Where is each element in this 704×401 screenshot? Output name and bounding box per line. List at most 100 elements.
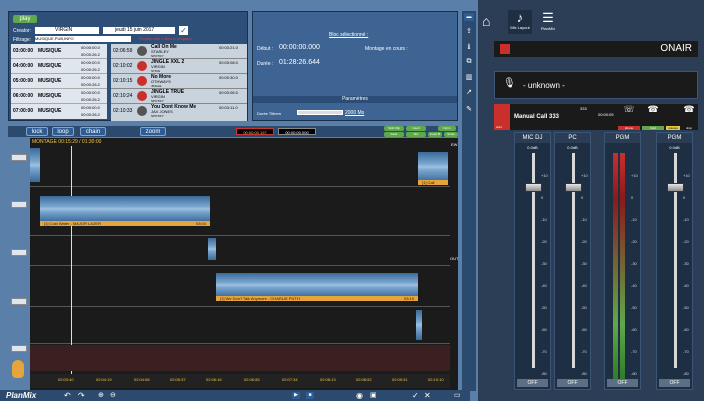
split-button[interactable]: Split Clip <box>384 126 404 131</box>
lock-button[interactable]: lock <box>26 127 48 136</box>
fader-tick: -30 <box>541 261 547 266</box>
schedule-row[interactable]: 06:00:00 MUSIQUE 00:00:00.0 00:00:26.2 <box>11 89 107 104</box>
norm-button[interactable]: Norm <box>438 126 456 131</box>
schedule-row[interactable]: 04:00:00 MUSIQUE 00:00:00.0 00:00:26.2 <box>11 59 107 74</box>
playlist-item[interactable]: 02:06:59 Call On Me STARLEY SPOTIFY 00:03:21… <box>111 44 247 59</box>
save-icon[interactable]: ▣ <box>370 391 377 399</box>
clip-waveform[interactable] <box>40 196 210 222</box>
bar-chart-icon[interactable]: ▥ <box>464 73 474 81</box>
confirm-icon[interactable]: ✓ <box>412 391 419 400</box>
schedule-row[interactable]: 07:00:00 MUSIQUE 00:00:00.0 00:00:26.2 <box>11 104 107 119</box>
play-icon[interactable]: ▶ <box>292 392 300 399</box>
voice-track[interactable] <box>30 345 450 371</box>
filter-select[interactable]: MUSIQUE,PUB,INFO <box>35 36 131 42</box>
cancel-icon[interactable]: ✕ <box>424 391 431 400</box>
call-start-button[interactable]: start <box>494 104 510 130</box>
start-button[interactable]: play <box>13 15 37 23</box>
lane-divider <box>30 186 450 187</box>
release-button[interactable]: release <box>666 104 680 130</box>
clip-waveform[interactable] <box>416 310 422 340</box>
phone-button[interactable]: ☏ phone <box>618 104 640 130</box>
smile-button[interactable]: Smile <box>444 132 458 137</box>
checkbox[interactable]: ✓ <box>179 26 188 35</box>
fade-button[interactable]: Fade <box>384 132 404 137</box>
redo-icon[interactable]: ↷ <box>78 391 85 400</box>
playlist-item[interactable]: 02:10:24 JINGLE TRUE VIRGIN SPOTIFY 00:00:06… <box>111 89 247 104</box>
creator-select[interactable]: VIRGIN <box>35 27 99 34</box>
mix-button[interactable]: Mix <box>406 132 426 137</box>
schedule-row[interactable]: 05:00:00 MUSIQUE 00:00:00.0 00:00:26.2 <box>11 74 107 89</box>
fader-off-button[interactable]: OFF <box>607 379 638 387</box>
stop-icon[interactable]: ■ <box>306 392 314 399</box>
start-label: Début : <box>257 46 274 52</box>
upload-icon[interactable]: ⇪ <box>464 27 474 35</box>
phone-hold-icon: ☎ <box>647 104 659 114</box>
microphone-icon[interactable] <box>12 360 24 378</box>
chain-button[interactable]: chain <box>80 127 106 136</box>
track-icons <box>8 138 30 390</box>
duration-value: 01:28:26.644 <box>279 59 320 66</box>
fader-off-button[interactable]: OFF <box>517 379 548 387</box>
playlist-item[interactable]: 02:10:02 JINGLE XXL 2 VIRGIN STING 00:00:08.… <box>111 59 247 74</box>
onair-bar: ONAIR <box>494 41 698 57</box>
fader-label: PGM <box>605 133 640 143</box>
fader-off-button[interactable]: OFF <box>659 379 690 387</box>
home-icon[interactable]: ⌂ <box>482 13 490 29</box>
track-button[interactable] <box>11 345 27 352</box>
clip-waveform[interactable] <box>216 273 418 297</box>
schedule-row[interactable]: 03:00:00 MUSIQUE 00:00:00.0 00:00:26.2 <box>11 44 107 59</box>
music-icon <box>137 106 147 116</box>
fader-knob[interactable] <box>525 183 542 192</box>
fader-tick: -20 <box>631 239 637 244</box>
undo-icon[interactable]: ↶ <box>64 391 71 400</box>
playlist: 02:06:59 Call On Me STARLEY SPOTIFY 00:03:21… <box>111 44 247 121</box>
fader-tick: -10 <box>581 217 587 222</box>
zoom-in-icon[interactable]: ⊕ <box>98 391 104 399</box>
tab-planmix[interactable]: ☰ PlanMix <box>536 10 560 34</box>
clip-waveform[interactable] <box>30 148 40 182</box>
tab-mix-layout[interactable]: ♪ Mix Layout <box>508 10 532 34</box>
date-field[interactable]: jeudi 15 juin 2017 <box>103 27 175 34</box>
lane-divider <box>30 235 450 236</box>
drop-button[interactable]: ☎ drop <box>680 104 698 130</box>
track-label: OUT <box>450 256 459 261</box>
hangup-icon: ☎ <box>683 104 695 114</box>
track-button[interactable] <box>11 201 27 208</box>
clip-label[interactable]: [1] Call <box>418 180 448 185</box>
clip-waveform[interactable] <box>418 152 448 182</box>
clip-label[interactable]: [1] We Don't Talk Anymore - CHARLIE PUTH… <box>216 296 418 301</box>
hold-button[interactable]: ☎ hold <box>642 104 664 130</box>
fader-label: PGM <box>657 133 692 143</box>
onair-indicator[interactable] <box>500 44 510 54</box>
track-button[interactable] <box>11 154 27 161</box>
playlist-item[interactable]: 02:10:33 You Dont Know Me JAX JONES SPOTIFY… <box>111 104 247 119</box>
fader-off-button[interactable]: OFF <box>557 379 588 387</box>
fader-knob[interactable] <box>565 183 582 192</box>
track-button[interactable] <box>11 249 27 256</box>
wrench-icon[interactable]: ✎ <box>464 105 474 113</box>
playlist-item[interactable]: 02:10:15 No More OTHWAYS JINGLE 00:00:30.0 <box>111 74 247 89</box>
minimize-icon[interactable]: ▬ <box>464 13 474 21</box>
record-icon[interactable]: ◉ <box>356 391 363 400</box>
note-icon: ♪ <box>516 10 524 25</box>
info-icon[interactable]: ℹ <box>464 43 474 51</box>
timeline[interactable]: MONTAGE 00:15:29 / 01:30:00 [1] Cold Wat… <box>30 138 458 390</box>
track-button[interactable] <box>11 298 27 305</box>
loop-button[interactable]: loop <box>52 127 74 136</box>
insert-b-button[interactable]: Insert B <box>428 132 442 137</box>
fader-tick: -40 <box>631 283 637 288</box>
graph-icon[interactable]: ↗ <box>464 88 474 96</box>
window-icon[interactable]: ▭ <box>454 391 461 399</box>
fader-tick: -30 <box>683 261 689 266</box>
copy-icon[interactable]: ⧉ <box>464 58 474 66</box>
clip-label[interactable]: [1] Cold Water - MAJOR LAZER 03:04 <box>40 221 210 226</box>
start-value: 00:00:00.000 <box>279 44 320 51</box>
fader-tick: -80 <box>581 371 587 376</box>
clip-waveform[interactable] <box>208 238 216 260</box>
transition-slider[interactable] <box>297 110 343 115</box>
insert-button[interactable]: Insert <box>406 126 426 131</box>
fader-knob[interactable] <box>667 183 684 192</box>
zoom-out-icon[interactable]: ⊖ <box>110 391 116 399</box>
level-meter <box>613 153 618 381</box>
zoom-button[interactable]: zoom <box>140 127 166 136</box>
